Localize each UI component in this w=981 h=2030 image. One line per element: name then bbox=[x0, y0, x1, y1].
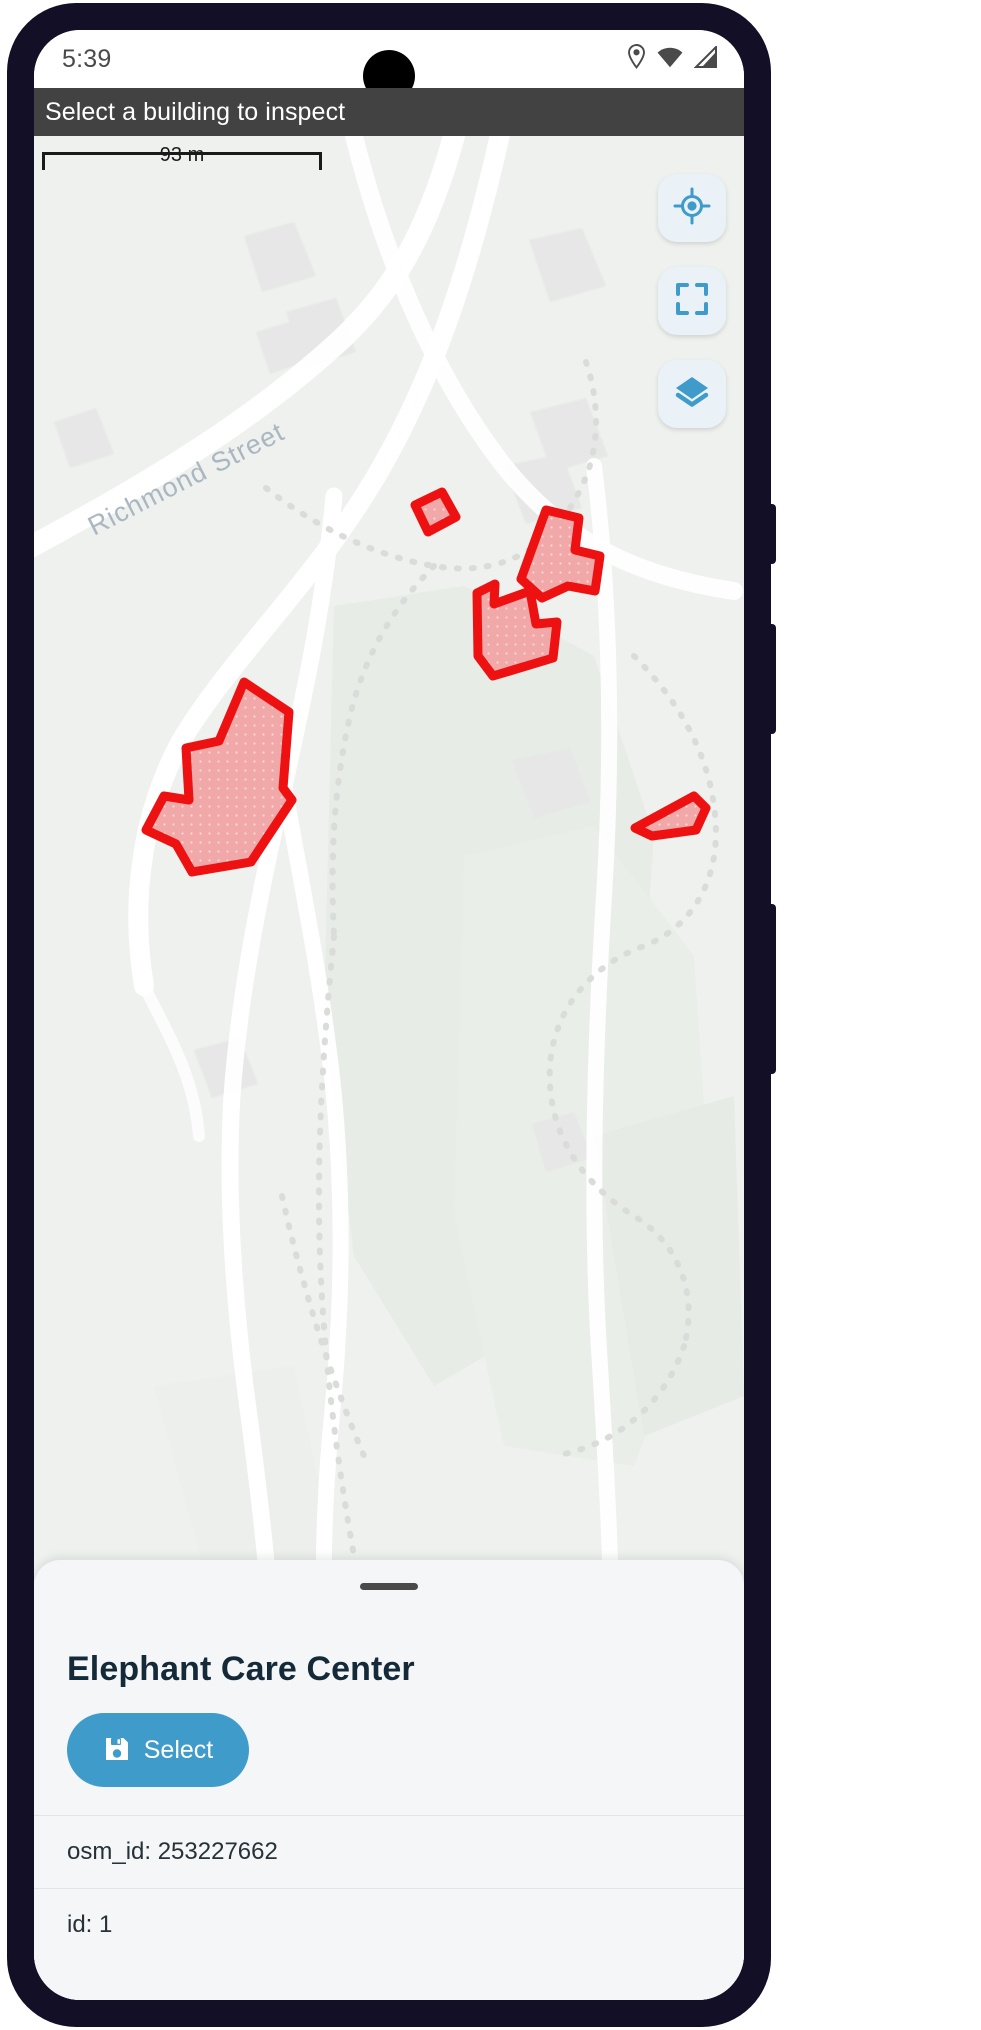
device-side-button-mute[interactable] bbox=[768, 504, 776, 564]
device-side-button-power[interactable] bbox=[768, 904, 776, 1074]
scale-bar-label: 93 m bbox=[159, 144, 205, 166]
status-bar-clock: 5:39 bbox=[62, 44, 112, 73]
device-side-button-volume[interactable] bbox=[768, 624, 776, 734]
phone-device-frame: 5:39 Select a building to inspect Richmo… bbox=[8, 4, 776, 2026]
list-item[interactable]: osm_id: 253227662 bbox=[34, 1816, 744, 1888]
wifi-icon bbox=[657, 46, 683, 73]
select-button[interactable]: Select bbox=[67, 1713, 249, 1787]
building-attribute-list: osm_id: 253227662 id: 1 bbox=[34, 1815, 744, 1961]
map-scale-bar: 93 m bbox=[42, 144, 322, 170]
building-name: Elephant Care Center bbox=[67, 1650, 415, 1688]
cellular-signal-icon bbox=[693, 44, 718, 73]
sheet-drag-handle[interactable] bbox=[360, 1583, 418, 1590]
app-bar: Select a building to inspect bbox=[34, 88, 744, 136]
location-pin-icon bbox=[627, 44, 646, 74]
save-floppy-icon bbox=[103, 1735, 131, 1766]
phone-screen: 5:39 Select a building to inspect Richmo… bbox=[34, 30, 744, 2000]
gps-crosshair-icon bbox=[673, 187, 711, 230]
list-item[interactable]: id: 1 bbox=[34, 1889, 744, 1961]
building-detail-sheet: Elephant Care Center Select osm_id: 2532… bbox=[34, 1560, 744, 2000]
locate-me-button[interactable] bbox=[658, 174, 726, 242]
select-button-label: Select bbox=[143, 1735, 214, 1764]
fit-bounds-button[interactable] bbox=[658, 267, 726, 335]
fullscreen-corners-icon bbox=[674, 281, 710, 322]
map-layers-icon bbox=[673, 373, 711, 416]
layers-button[interactable] bbox=[658, 360, 726, 428]
page-title: Select a building to inspect bbox=[45, 97, 346, 126]
status-bar-icon-group bbox=[627, 44, 718, 74]
map-control-stack bbox=[658, 174, 726, 428]
